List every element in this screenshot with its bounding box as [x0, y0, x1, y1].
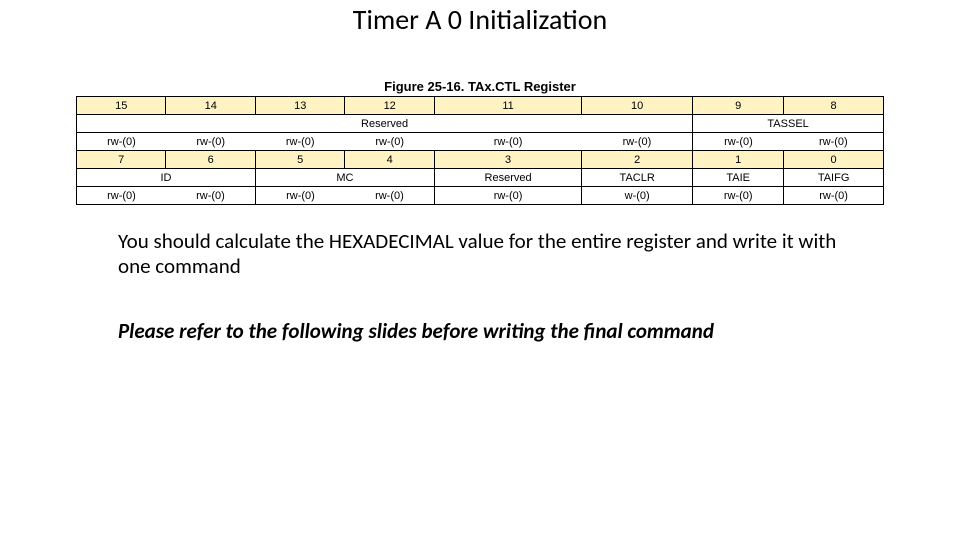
rw-cell: rw-(0)	[77, 133, 166, 151]
rw-cell: rw-(0)	[166, 187, 255, 205]
table-row: rw-(0) rw-(0) rw-(0) rw-(0) rw-(0) w-(0)…	[77, 187, 884, 205]
field-tassel: TASSEL	[693, 115, 884, 133]
bit-number: 7	[77, 151, 166, 169]
bit-number: 9	[693, 97, 784, 115]
table-row: Reserved TASSEL	[77, 115, 884, 133]
rw-cell: rw-(0)	[582, 133, 693, 151]
rw-cell: rw-(0)	[345, 187, 434, 205]
field-reserved: Reserved	[434, 169, 581, 187]
rw-cell: rw-(0)	[255, 187, 344, 205]
rw-cell: rw-(0)	[693, 133, 784, 151]
rw-cell: rw-(0)	[693, 187, 784, 205]
bit-number: 11	[434, 97, 581, 115]
bit-number: 4	[345, 151, 434, 169]
figure-caption: Figure 25-16. TAx.CTL Register	[0, 79, 960, 94]
rw-cell: rw-(0)	[77, 187, 166, 205]
slide: Timer A 0 Initialization Figure 25-16. T…	[0, 0, 960, 540]
table-row: ID MC Reserved TACLR TAIE TAIFG	[77, 169, 884, 187]
bit-number: 1	[693, 151, 784, 169]
bit-number: 6	[166, 151, 255, 169]
rw-cell: rw-(0)	[434, 187, 581, 205]
rw-cell: rw-(0)	[434, 133, 581, 151]
field-mc: MC	[255, 169, 434, 187]
rw-cell: rw-(0)	[784, 187, 884, 205]
table-row: 7 6 5 4 3 2 1 0	[77, 151, 884, 169]
rw-cell: w-(0)	[582, 187, 693, 205]
table-row: rw-(0) rw-(0) rw-(0) rw-(0) rw-(0) rw-(0…	[77, 133, 884, 151]
instruction-text-1: You should calculate the HEXADECIMAL val…	[118, 229, 860, 279]
bit-number: 12	[345, 97, 434, 115]
bit-number: 2	[582, 151, 693, 169]
rw-cell: rw-(0)	[166, 133, 255, 151]
bit-number: 5	[255, 151, 344, 169]
bit-number: 13	[255, 97, 344, 115]
field-taclr: TACLR	[582, 169, 693, 187]
bit-number: 14	[166, 97, 255, 115]
register-table: 15 14 13 12 11 10 9 8 Reserved TASSEL rw…	[76, 96, 884, 205]
rw-cell: rw-(0)	[255, 133, 344, 151]
instruction-text-2: Please refer to the following slides bef…	[118, 319, 860, 344]
bit-number: 15	[77, 97, 166, 115]
bit-number: 8	[784, 97, 884, 115]
table-row: 15 14 13 12 11 10 9 8	[77, 97, 884, 115]
bit-number: 3	[434, 151, 581, 169]
page-title: Timer A 0 Initialization	[0, 0, 960, 37]
field-id: ID	[77, 169, 256, 187]
field-taie: TAIE	[693, 169, 784, 187]
field-reserved: Reserved	[77, 115, 693, 133]
bit-number: 0	[784, 151, 884, 169]
rw-cell: rw-(0)	[345, 133, 434, 151]
rw-cell: rw-(0)	[784, 133, 884, 151]
field-taifg: TAIFG	[784, 169, 884, 187]
bit-number: 10	[582, 97, 693, 115]
